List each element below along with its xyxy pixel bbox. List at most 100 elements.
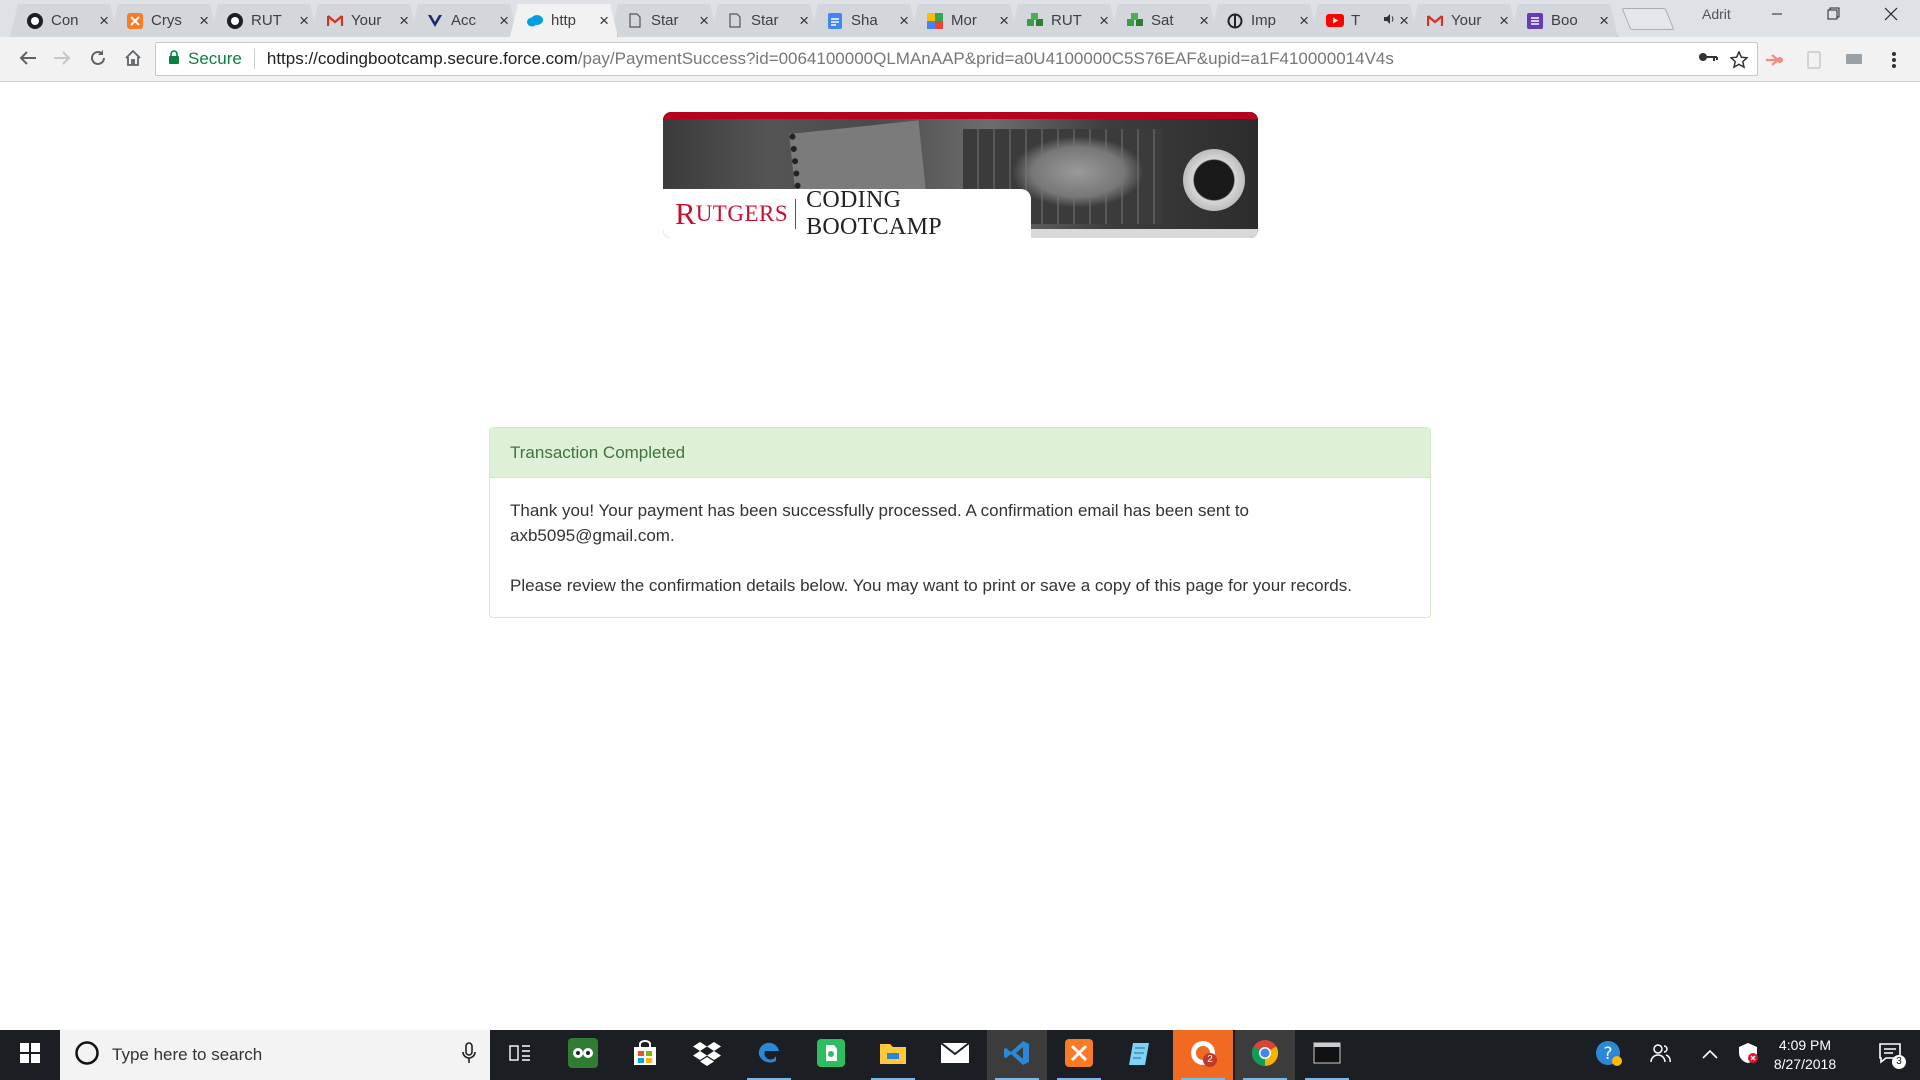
profile-name[interactable]: Adrit xyxy=(1702,6,1731,22)
tab-3[interactable]: RUT × xyxy=(210,4,318,37)
restore-button[interactable] xyxy=(1808,0,1858,32)
close-icon[interactable]: × xyxy=(1499,12,1509,29)
edge-app[interactable] xyxy=(739,1030,799,1080)
close-icon[interactable]: × xyxy=(499,12,509,29)
windows-taskbar: Type here to search 2 ? 4:09 PM 8/27/201… xyxy=(0,1030,1920,1080)
close-icon[interactable]: × xyxy=(999,12,1009,29)
tab-7[interactable]: Star × xyxy=(610,4,718,37)
tab-5[interactable]: Acc × xyxy=(410,4,518,37)
system-clock[interactable]: 4:09 PM 8/27/2018 xyxy=(1760,1036,1850,1074)
xampp-icon xyxy=(126,12,144,30)
brand-initial: R xyxy=(675,195,696,231)
show-hidden-icons-button[interactable] xyxy=(1694,1030,1726,1080)
close-icon[interactable]: × xyxy=(599,12,609,29)
forward-button[interactable] xyxy=(48,46,76,74)
clock-date: 8/27/2018 xyxy=(1773,1056,1837,1072)
tab-title: Acc xyxy=(451,12,477,29)
browser-tab-strip: Con × Crys × RUT × Your × Acc × http × S… xyxy=(0,0,1920,37)
home-button[interactable] xyxy=(119,46,147,74)
google-docs-icon xyxy=(826,12,844,30)
tab-10[interactable]: Mor × xyxy=(910,4,1018,37)
close-icon[interactable]: × xyxy=(199,12,209,29)
close-icon[interactable]: × xyxy=(99,12,109,29)
tab-12[interactable]: Sat × xyxy=(1110,4,1218,37)
vscode-app[interactable] xyxy=(987,1030,1047,1080)
dropbox-app[interactable] xyxy=(677,1030,737,1080)
minimize-button[interactable] xyxy=(1752,0,1802,32)
back-button[interactable] xyxy=(14,46,42,74)
reload-button[interactable] xyxy=(84,46,112,74)
dropbox-icon xyxy=(693,1040,721,1071)
help-tray[interactable]: ? xyxy=(1590,1030,1626,1080)
close-icon[interactable]: × xyxy=(1199,12,1209,29)
bookmark-star-icon[interactable] xyxy=(1730,51,1748,69)
tab-title: Star xyxy=(751,12,779,29)
tab-title: RUT xyxy=(1051,12,1082,29)
close-icon[interactable]: × xyxy=(1299,12,1309,29)
tab-11[interactable]: RUT × xyxy=(1010,4,1118,37)
menu-kebab-icon[interactable] xyxy=(1884,50,1904,70)
tab-14[interactable]: T × xyxy=(1310,4,1418,37)
close-icon[interactable]: × xyxy=(299,12,309,29)
tab-9[interactable]: Sha × xyxy=(810,4,918,37)
microphone-icon[interactable] xyxy=(462,1041,476,1069)
github-icon xyxy=(226,12,244,30)
key-icon[interactable] xyxy=(1698,51,1718,63)
cortana-circle-icon xyxy=(74,1040,100,1071)
close-icon[interactable]: × xyxy=(699,12,709,29)
close-icon[interactable]: × xyxy=(399,12,409,29)
notification-icon: 3 xyxy=(1878,1042,1906,1069)
tab-13[interactable]: Imp × xyxy=(1210,4,1318,37)
mail-app[interactable] xyxy=(925,1030,985,1080)
tab-16[interactable]: Boo × xyxy=(1510,4,1618,37)
new-tab-button[interactable] xyxy=(1621,8,1675,30)
gmail-icon xyxy=(326,12,344,30)
tab-2[interactable]: Crys × xyxy=(110,4,218,37)
rutgers-bootcamp-banner: R UTGERS CODING BOOTCAMP xyxy=(663,112,1258,238)
gmail-icon xyxy=(1426,12,1444,30)
cubes-icon xyxy=(1026,12,1044,30)
tab-1[interactable]: Con × xyxy=(10,4,118,37)
tripadvisor-icon xyxy=(568,1037,598,1073)
start-button[interactable] xyxy=(0,1030,60,1080)
tab-8[interactable]: Star × xyxy=(710,4,818,37)
banner-accent-bar xyxy=(663,112,1258,119)
close-icon[interactable]: × xyxy=(899,12,909,29)
taskbar-search-box[interactable]: Type here to search xyxy=(60,1030,490,1080)
extension-cast-icon[interactable] xyxy=(1844,50,1864,70)
speaker-icon[interactable] xyxy=(1383,12,1395,30)
chrome-app[interactable] xyxy=(1235,1030,1295,1080)
tab-title: Your xyxy=(1451,12,1482,29)
notepad-app[interactable] xyxy=(1111,1030,1171,1080)
tab-6-active[interactable]: http × xyxy=(510,4,618,37)
store-app[interactable] xyxy=(615,1030,675,1080)
url-host: https://codingbootcamp.secure.force.com xyxy=(266,49,578,68)
terminal-app[interactable] xyxy=(1297,1030,1357,1080)
hands-image xyxy=(1013,137,1143,207)
close-icon[interactable]: × xyxy=(799,12,809,29)
close-icon[interactable]: × xyxy=(1399,12,1409,29)
tab-15[interactable]: Your × xyxy=(1410,4,1518,37)
o-logo-icon xyxy=(1226,12,1244,30)
mail-envelope-icon xyxy=(940,1041,970,1069)
tab-title: T xyxy=(1351,12,1361,29)
close-window-button[interactable] xyxy=(1866,0,1916,32)
close-icon[interactable]: × xyxy=(1099,12,1109,29)
address-bar[interactable]: Secure https://codingbootcamp.secure.for… xyxy=(155,42,1758,76)
extension-arrow-icon[interactable] xyxy=(1764,50,1784,70)
tab-title: Crys xyxy=(151,12,182,29)
task-view-button[interactable] xyxy=(490,1030,550,1080)
close-icon[interactable]: × xyxy=(1599,12,1609,29)
document-icon xyxy=(626,12,644,30)
secure-label: Secure xyxy=(188,49,242,68)
extension-page-icon[interactable] xyxy=(1804,50,1824,70)
tab-title: Your xyxy=(351,12,382,29)
xampp-app[interactable] xyxy=(1049,1030,1109,1080)
tripadvisor-app[interactable] xyxy=(553,1030,613,1080)
people-tray[interactable] xyxy=(1642,1030,1678,1080)
evernote-app[interactable] xyxy=(801,1030,861,1080)
file-explorer-app[interactable] xyxy=(863,1030,923,1080)
badge-app[interactable]: 2 xyxy=(1173,1030,1233,1080)
action-center-button[interactable]: 3 xyxy=(1862,1030,1918,1080)
tab-4[interactable]: Your × xyxy=(310,4,418,37)
